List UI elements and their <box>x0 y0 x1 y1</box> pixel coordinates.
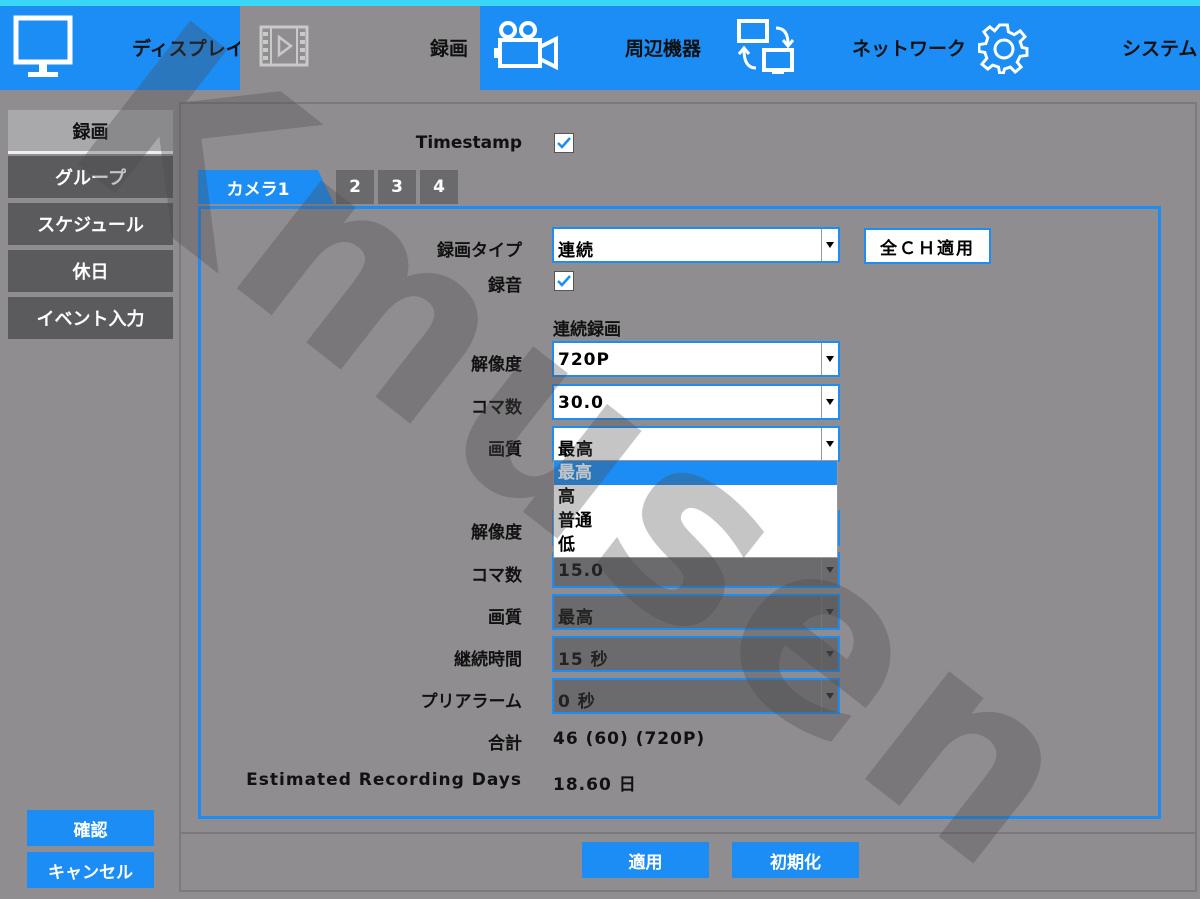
sidebar-item-schedule[interactable]: スケジュール <box>8 203 173 247</box>
network-icon <box>736 18 798 80</box>
quality-option[interactable]: 普通 <box>554 509 837 533</box>
event-quality-label: 画質 <box>488 608 522 628</box>
record-type-label: 録画タイプ <box>437 241 522 261</box>
quality-label: 画質 <box>488 440 522 460</box>
video-camera-icon <box>494 20 560 70</box>
select-value: 最高 <box>558 608 594 628</box>
tab-camera3[interactable]: 3 <box>378 170 416 204</box>
nav-label: ネットワーク <box>852 38 967 60</box>
timestamp-label: Timestamp <box>415 133 522 153</box>
tab-camera4[interactable]: 4 <box>420 170 458 204</box>
tab-camera1[interactable]: カメラ1 <box>198 170 334 204</box>
nav-system[interactable]: システム <box>960 6 1200 90</box>
recording-days-value: 18.60 日 <box>553 775 637 795</box>
fps-label: コマ数 <box>471 398 522 418</box>
nav-record[interactable]: 録画 <box>240 6 480 90</box>
sidebar-item-event-input[interactable]: イベント入力 <box>8 297 173 341</box>
fps-select[interactable]: 30.0 <box>552 384 840 420</box>
duration-label: 継続時間 <box>454 650 522 670</box>
check-icon <box>557 137 571 149</box>
cancel-button[interactable]: キャンセル <box>27 852 154 888</box>
nav-label: ディスプレイ <box>132 38 245 60</box>
chevron-down-icon <box>821 428 838 460</box>
chevron-down-icon <box>821 229 838 261</box>
duration-select[interactable]: 15 秒 <box>552 636 840 672</box>
apply-all-channels-button[interactable]: 全ＣＨ適用 <box>864 228 991 264</box>
gear-icon <box>978 22 1030 74</box>
chevron-down-icon <box>821 596 838 628</box>
sidebar-item-group[interactable]: グループ <box>8 156 173 200</box>
chevron-down-icon <box>821 680 838 712</box>
chevron-down-icon <box>821 638 838 670</box>
prealarm-select[interactable]: 0 秒 <box>552 678 840 714</box>
film-icon <box>258 24 310 68</box>
top-navigation: ディスプレイ 録画 周辺機器 ネットワーク システム <box>0 0 1200 90</box>
chevron-down-icon <box>821 554 838 586</box>
divider <box>179 832 1197 834</box>
total-value: 46 (60) (720P) <box>553 729 706 749</box>
sidebar-item-record[interactable]: 録画 <box>8 110 173 154</box>
event-fps-label: コマ数 <box>471 566 522 586</box>
event-resolution-label: 解像度 <box>471 523 522 543</box>
audio-label: 録音 <box>488 276 522 296</box>
confirm-button[interactable]: 確認 <box>27 810 154 846</box>
select-value: 30.0 <box>558 393 604 413</box>
reset-button[interactable]: 初期化 <box>732 842 859 878</box>
continuous-heading: 連続録画 <box>553 320 621 340</box>
nav-label: システム <box>1122 38 1198 60</box>
timestamp-checkbox[interactable] <box>554 133 574 153</box>
tab-camera2[interactable]: 2 <box>336 170 374 204</box>
select-value: 15 秒 <box>558 650 609 670</box>
total-label: 合計 <box>488 734 522 754</box>
quality-select[interactable]: 最高 <box>552 426 840 462</box>
quality-dropdown-list: 最高 高 普通 低 <box>553 460 838 558</box>
select-value: 連続 <box>558 241 594 261</box>
record-type-select[interactable]: 連続 <box>552 227 840 263</box>
nav-device[interactable]: 周辺機器 <box>480 6 720 90</box>
select-value: 最高 <box>558 440 594 460</box>
apply-button[interactable]: 適用 <box>582 842 709 878</box>
quality-option[interactable]: 最高 <box>554 461 837 485</box>
recording-days-label: Estimated Recording Days <box>246 770 522 790</box>
quality-option[interactable]: 低 <box>554 533 837 557</box>
resolution-select[interactable]: 720P <box>552 341 840 377</box>
nav-label: 録画 <box>430 38 469 60</box>
event-quality-select[interactable]: 最高 <box>552 594 840 630</box>
quality-option[interactable]: 高 <box>554 485 837 509</box>
select-value: 0 秒 <box>558 692 596 712</box>
audio-checkbox[interactable] <box>554 271 574 291</box>
select-value: 720P <box>558 350 610 370</box>
resolution-label: 解像度 <box>471 355 522 375</box>
nav-display[interactable]: ディスプレイ <box>0 6 245 90</box>
nav-label: 周辺機器 <box>625 38 702 60</box>
select-value: 15.0 <box>558 561 604 581</box>
chevron-down-icon <box>821 343 838 375</box>
prealarm-label: プリアラーム <box>420 692 523 712</box>
nav-network[interactable]: ネットワーク <box>720 6 966 90</box>
tab-label: カメラ1 <box>226 179 290 200</box>
check-icon <box>557 275 571 287</box>
sidebar-item-holiday[interactable]: 休日 <box>8 250 173 294</box>
monitor-icon <box>12 14 74 80</box>
chevron-down-icon <box>821 386 838 418</box>
